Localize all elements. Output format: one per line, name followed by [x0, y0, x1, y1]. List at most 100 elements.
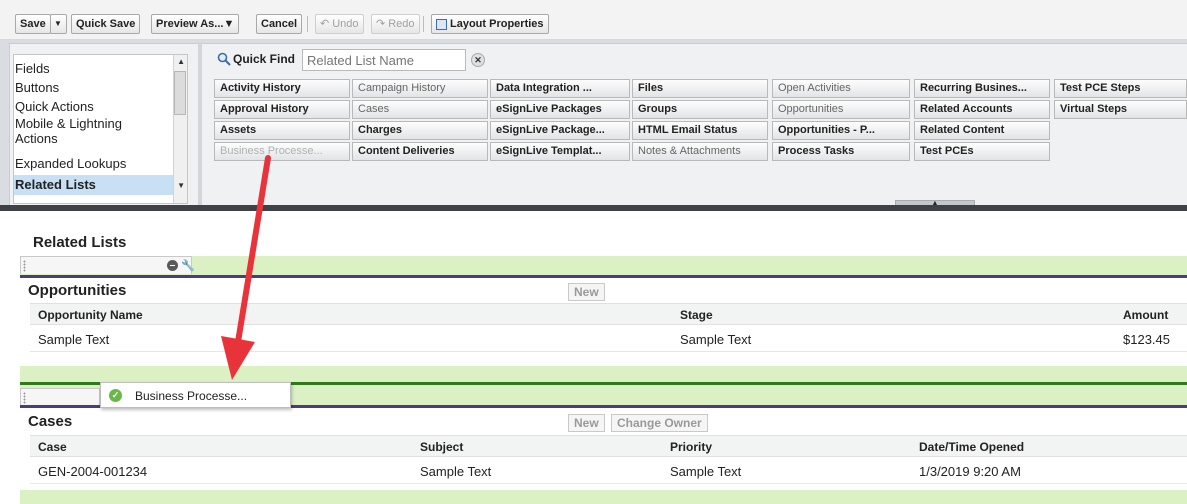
- palette-item-opportunities-p[interactable]: Opportunities - P...: [772, 121, 910, 140]
- palette-item-process-tasks[interactable]: Process Tasks: [772, 142, 910, 161]
- related-list-handle[interactable]: [20, 388, 100, 406]
- redo-label: Redo: [388, 18, 415, 30]
- related-list-band: [20, 366, 1187, 382]
- layout-properties-label: Layout Properties: [450, 18, 544, 30]
- column-header: Subject: [420, 440, 464, 454]
- category-quick-actions[interactable]: Quick Actions: [14, 97, 176, 116]
- drag-grip-icon[interactable]: [23, 260, 26, 272]
- table-cell: GEN-2004-001234: [38, 464, 148, 479]
- palette-item-esignlive-package[interactable]: eSignLive Package...: [490, 121, 630, 140]
- palette-item-cases[interactable]: Cases: [352, 100, 488, 119]
- palette-item-activity-history[interactable]: Activity History: [214, 79, 350, 98]
- category-related-lists[interactable]: Related Lists: [14, 175, 176, 195]
- table-cell: Sample Text: [420, 464, 492, 479]
- category-scrollbar[interactable]: ▲ ▼: [173, 55, 187, 203]
- column-header: Opportunity Name: [38, 308, 143, 322]
- palette-item-open-activities[interactable]: Open Activities: [772, 79, 910, 98]
- section-rule: [20, 275, 1187, 278]
- save-menu-button[interactable]: ▼: [50, 14, 67, 34]
- editor-toolbar: Save ▼ Quick Save Preview As...▼ Cancel …: [0, 0, 1187, 40]
- toolbar-separator: [423, 16, 424, 32]
- category-label: Mobile & Lightning: [15, 116, 122, 131]
- column-header: Priority: [670, 440, 713, 454]
- category-label: Actions: [15, 131, 58, 146]
- quick-find-label: Quick Find: [233, 52, 296, 66]
- table-cell: Sample Text: [38, 332, 110, 347]
- quick-save-button[interactable]: Quick Save: [71, 14, 141, 34]
- palette-divider[interactable]: [198, 42, 202, 205]
- category-label: Expanded Lookups: [15, 156, 127, 171]
- undo-label: Undo: [332, 18, 359, 30]
- table-cell: Sample Text: [670, 464, 742, 479]
- palette-item-related-accounts[interactable]: Related Accounts: [914, 100, 1050, 119]
- related-list-band: [20, 490, 1187, 504]
- search-icon: [217, 52, 231, 66]
- category-label: Fields: [15, 61, 50, 76]
- palette-item-notes-attachments[interactable]: Notes & Attachments: [632, 142, 768, 161]
- palette-item-approval-history[interactable]: Approval History: [214, 100, 350, 119]
- layout-properties-button[interactable]: Layout Properties: [431, 14, 549, 34]
- column-header: Case: [38, 440, 67, 454]
- layout-properties-icon: [436, 18, 447, 30]
- remove-icon[interactable]: [167, 260, 178, 271]
- category-mobile-lightning-actions-cont[interactable]: Actions: [14, 131, 176, 147]
- clear-search-icon[interactable]: ✕: [471, 53, 485, 67]
- opportunities-new-button: New: [568, 283, 605, 301]
- palette-item-html-email-status[interactable]: HTML Email Status: [632, 121, 768, 140]
- redo-button[interactable]: ↷ Redo: [371, 14, 420, 34]
- category-label: Quick Actions: [15, 99, 94, 114]
- category-mobile-lightning-actions[interactable]: Mobile & Lightning: [14, 116, 176, 132]
- opportunities-table-header: Opportunity Name Stage Amount: [30, 303, 1187, 325]
- palette-item-opportunities[interactable]: Opportunities: [772, 100, 910, 119]
- scrollbar-thumb[interactable]: [174, 71, 186, 115]
- palette-item-test-pces[interactable]: Test PCEs: [914, 142, 1050, 161]
- column-header: Stage: [680, 308, 713, 322]
- scroll-down-icon[interactable]: ▼: [177, 181, 185, 190]
- palette-item-files[interactable]: Files: [632, 79, 768, 98]
- table-row: GEN-2004-001234 Sample Text Sample Text …: [30, 458, 1187, 484]
- undo-button[interactable]: ↶ Undo: [315, 14, 364, 34]
- preview-as-button[interactable]: Preview As...▼: [151, 14, 240, 34]
- category-fields[interactable]: Fields: [14, 59, 176, 78]
- column-header: Date/Time Opened: [919, 440, 1025, 454]
- save-button[interactable]: Save: [15, 14, 51, 34]
- cases-new-button: New: [568, 414, 605, 432]
- related-lists-section-band: [20, 256, 1187, 276]
- palette-item-charges[interactable]: Charges: [352, 121, 488, 140]
- category-list: Fields Buttons Quick Actions Mobile & Li…: [13, 54, 188, 204]
- palette-item-related-content[interactable]: Related Content: [914, 121, 1050, 140]
- wrench-icon[interactable]: 🔧: [181, 259, 195, 272]
- palette-item-esignlive-templat[interactable]: eSignLive Templat...: [490, 142, 630, 161]
- palette-item-content-deliveries[interactable]: Content Deliveries: [352, 142, 488, 161]
- palette-bottom-bar: [0, 205, 1187, 211]
- category-expanded-lookups[interactable]: Expanded Lookups: [14, 154, 176, 173]
- cases-table-header: Case Subject Priority Date/Time Opened: [30, 435, 1187, 457]
- cancel-button[interactable]: Cancel: [256, 14, 303, 34]
- section-title: Related Lists: [33, 234, 127, 251]
- section-handle[interactable]: 🔧: [20, 256, 195, 274]
- column-header: Amount: [1123, 308, 1169, 322]
- palette-item-data-integration[interactable]: Data Integration ...: [490, 79, 630, 98]
- palette-item-campaign-history[interactable]: Campaign History: [352, 79, 488, 98]
- related-list-title-opportunities: Opportunities: [28, 282, 127, 299]
- palette-item-test-pce-steps[interactable]: Test PCE Steps: [1054, 79, 1187, 98]
- table-cell: $123.45: [1123, 332, 1170, 347]
- category-buttons[interactable]: Buttons: [14, 78, 176, 97]
- drag-ghost-item[interactable]: ✓ Business Processe...: [100, 382, 291, 408]
- palette-item-esignlive-packages[interactable]: eSignLive Packages: [490, 100, 630, 119]
- palette-item-virtual-steps[interactable]: Virtual Steps: [1054, 100, 1187, 119]
- redo-icon: ↷: [376, 18, 386, 31]
- check-icon: ✓: [109, 389, 122, 402]
- table-row: Sample Text Sample Text $123.45: [30, 326, 1187, 352]
- palette-item-groups[interactable]: Groups: [632, 100, 768, 119]
- toolbar-separator: [307, 16, 308, 32]
- palette-item-assets[interactable]: Assets: [214, 121, 350, 140]
- cases-change-owner-button: Change Owner: [611, 414, 708, 432]
- scroll-up-icon[interactable]: ▲: [177, 57, 185, 66]
- palette-item-recurring-business[interactable]: Recurring Busines...: [914, 79, 1050, 98]
- quick-find-input[interactable]: [302, 49, 466, 71]
- palette-item-business-processes[interactable]: Business Processe...: [214, 142, 350, 161]
- table-cell: 1/3/2019 9:20 AM: [919, 464, 1021, 479]
- drag-grip-icon[interactable]: [23, 392, 26, 404]
- drag-ghost-label: Business Processe...: [135, 389, 248, 403]
